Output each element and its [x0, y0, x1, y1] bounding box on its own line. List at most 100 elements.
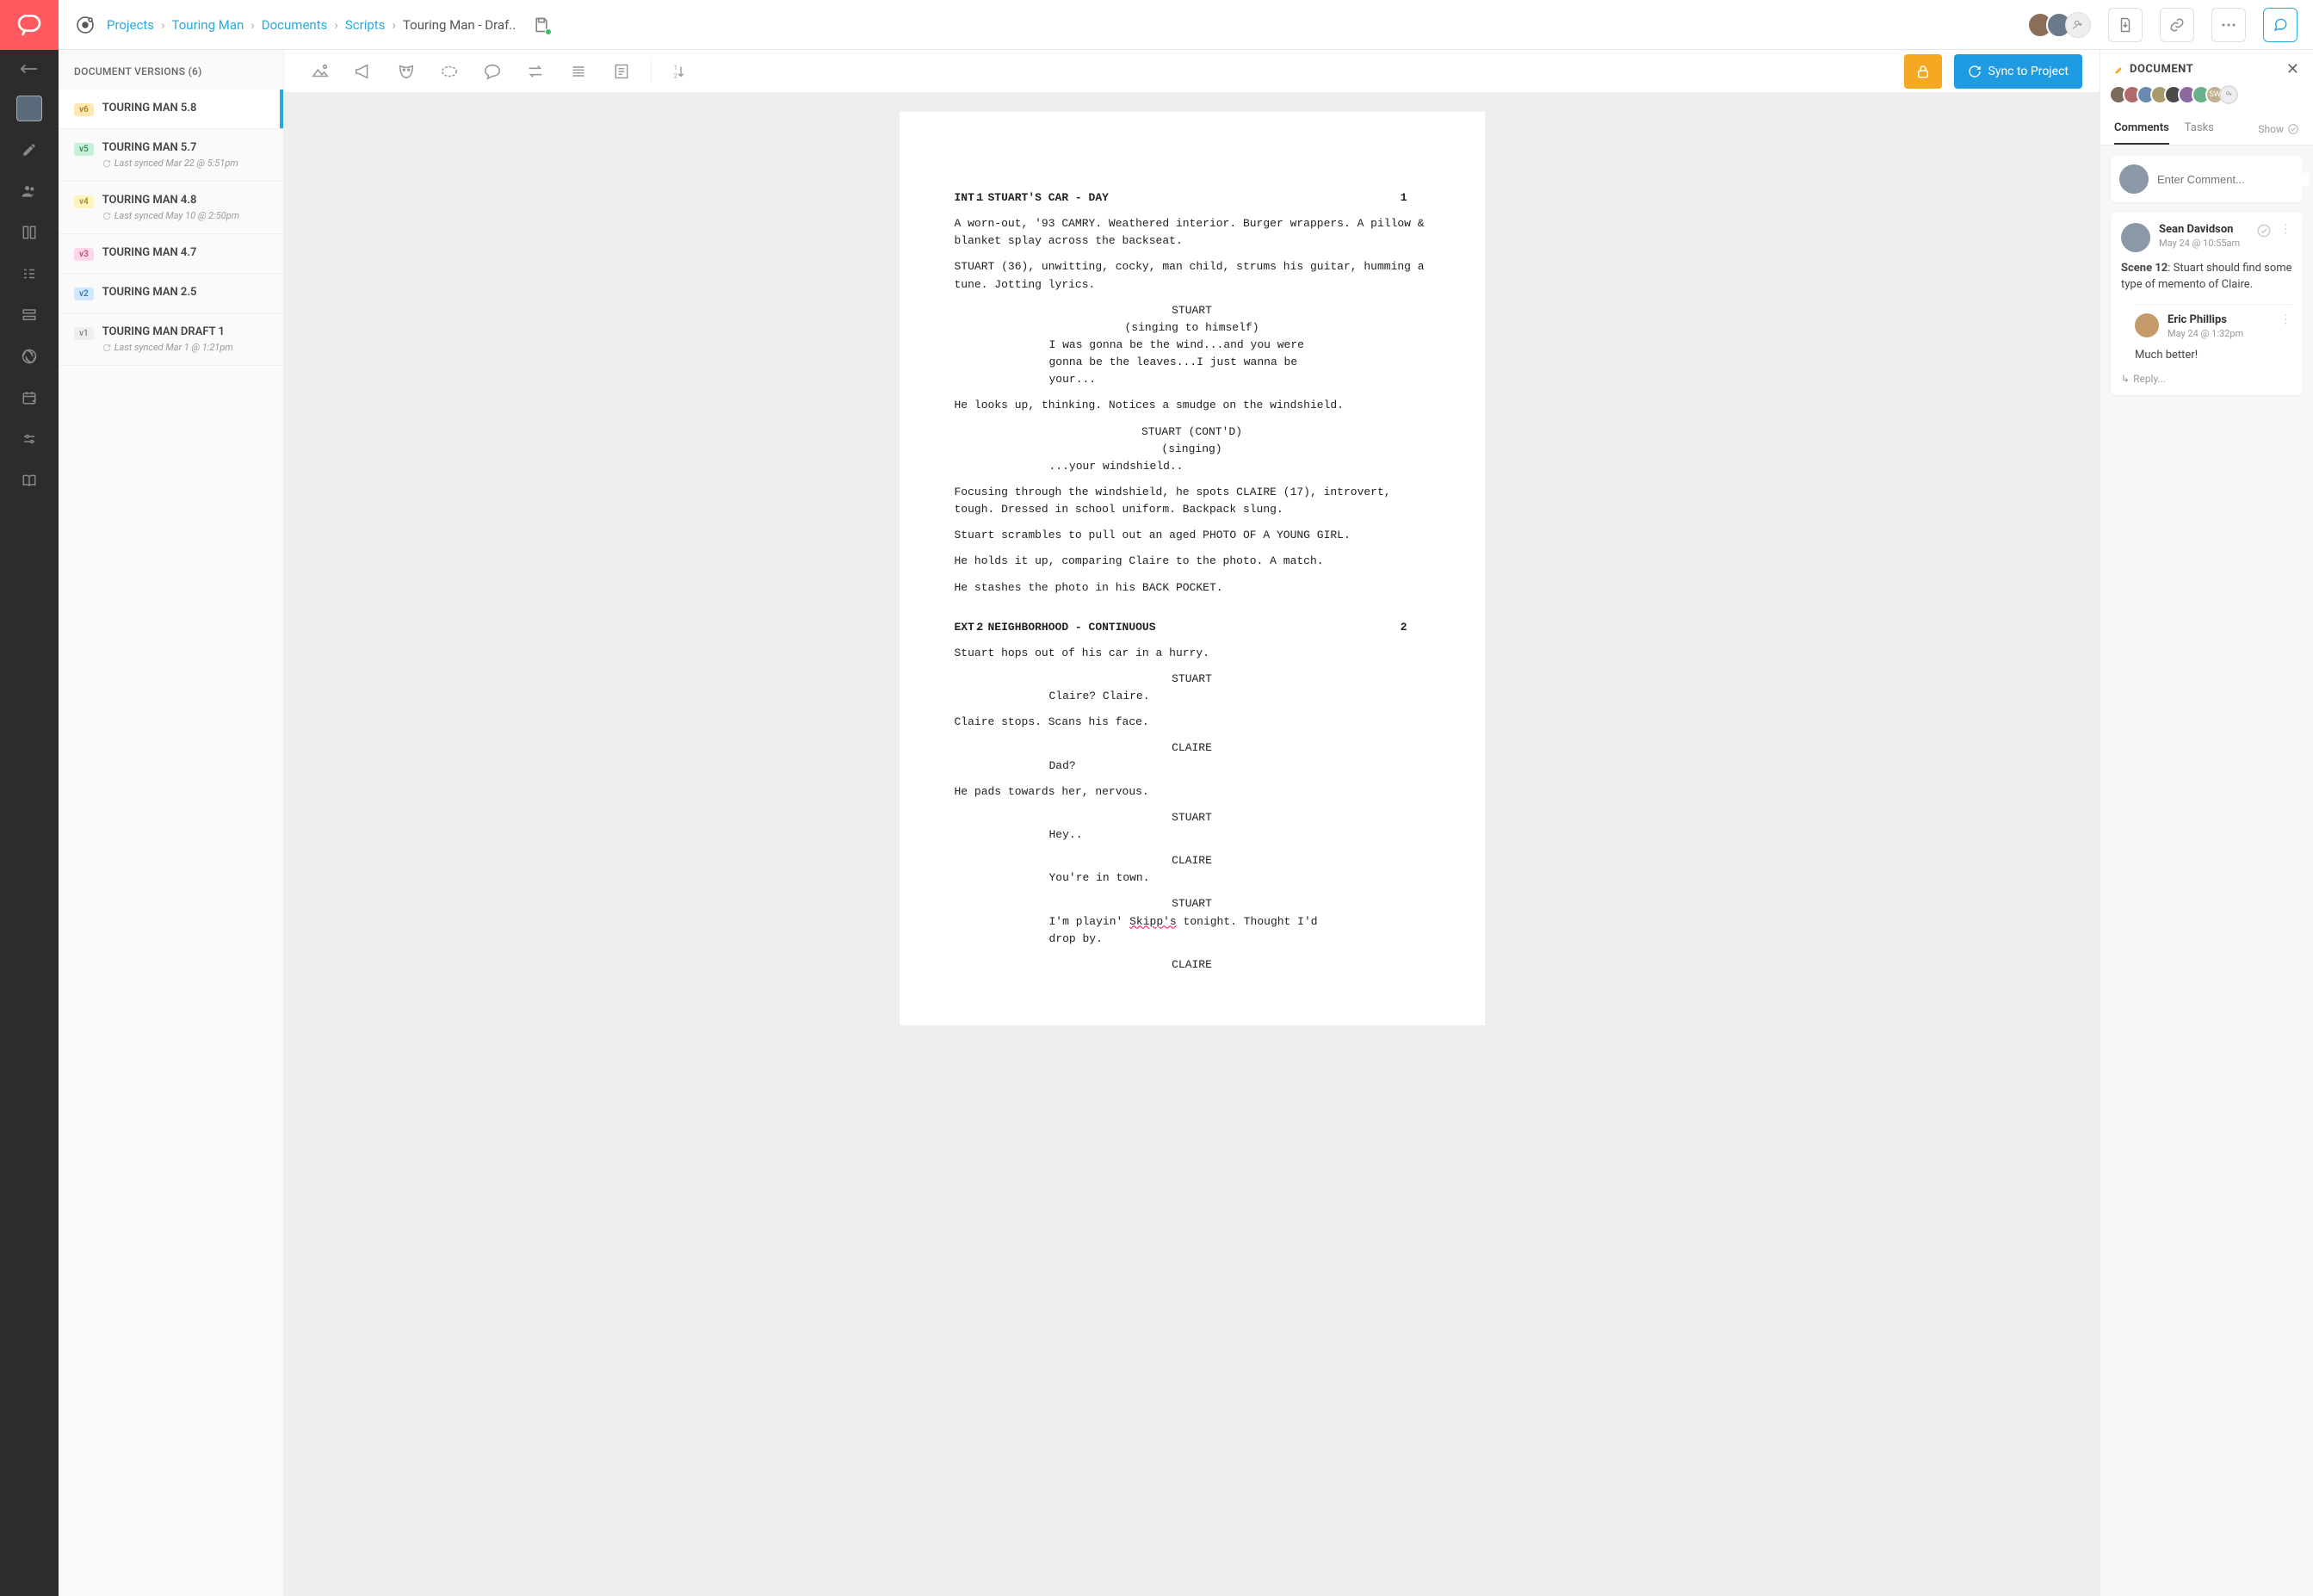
action-text[interactable]: Focusing through the windshield, he spot…: [955, 484, 1430, 518]
ellipse-icon[interactable]: [430, 54, 468, 89]
tab-tasks[interactable]: Tasks: [2185, 113, 2214, 145]
version-title: TOURING MAN 4.8: [102, 194, 239, 207]
action-text[interactable]: Stuart scrambles to pull out an aged PHO…: [955, 527, 1430, 544]
character-name[interactable]: STUART: [955, 302, 1430, 319]
save-icon[interactable]: [533, 16, 550, 34]
action-text[interactable]: He stashes the photo in his BACK POCKET.: [955, 579, 1430, 597]
character-name[interactable]: CLAIRE: [955, 852, 1430, 869]
version-item[interactable]: v2TOURING MAN 2.5: [59, 274, 283, 313]
rail-pages-icon[interactable]: [0, 212, 59, 253]
transition-icon[interactable]: [516, 54, 554, 89]
avatar-add[interactable]: [2065, 12, 2091, 38]
character-name[interactable]: STUART (CONT'D): [955, 424, 1430, 441]
rail-calendar-icon[interactable]: [0, 377, 59, 418]
project-icon[interactable]: [74, 14, 96, 36]
scene-number-right: 2: [1401, 619, 1407, 636]
lock-button[interactable]: [1904, 54, 1942, 89]
rail-rows-icon[interactable]: [0, 294, 59, 336]
breadcrumb-documents[interactable]: Documents: [262, 17, 328, 33]
character-name[interactable]: CLAIRE: [955, 739, 1430, 757]
version-badge: v6: [74, 103, 94, 116]
breadcrumb-scripts[interactable]: Scripts: [345, 17, 386, 33]
character-name[interactable]: CLAIRE: [955, 956, 1430, 974]
version-item[interactable]: v5TOURING MAN 5.7Last synced Mar 22 @ 5:…: [59, 129, 283, 182]
breadcrumb-project[interactable]: Touring Man: [172, 17, 244, 33]
version-sync-status: Last synced May 10 @ 2:50pm: [102, 210, 239, 221]
version-title: TOURING MAN 2.5: [102, 286, 197, 299]
avatar: [2119, 164, 2149, 194]
close-icon[interactable]: ✕: [2286, 60, 2299, 78]
note-icon[interactable]: [603, 54, 640, 89]
rail-people-icon[interactable]: [0, 170, 59, 212]
parenthetical[interactable]: (singing to himself): [955, 319, 1430, 337]
sync-to-project-button[interactable]: Sync to Project: [1954, 54, 2082, 89]
scene-heading[interactable]: INT. STUART'S CAR - DAY: [955, 189, 1430, 207]
more-button[interactable]: [2211, 8, 2246, 42]
action-text[interactable]: He holds it up, comparing Claire to the …: [955, 553, 1430, 570]
mask-icon[interactable]: [387, 54, 425, 89]
back-arrow-icon[interactable]: [0, 50, 59, 88]
action-text[interactable]: STUART (36), unwitting, cocky, man child…: [955, 258, 1430, 293]
main-column: Projects › Touring Man › Documents › Scr…: [59, 0, 2313, 1596]
script-page: 1 1 INT. STUART'S CAR - DAY A worn-out, …: [900, 112, 1485, 1025]
rail-sliders-icon[interactable]: [0, 418, 59, 460]
more-icon[interactable]: ⋯: [2279, 223, 2292, 238]
dialogue[interactable]: Hey..: [1049, 826, 1335, 844]
export-button[interactable]: [2108, 8, 2143, 42]
character-name[interactable]: STUART: [955, 809, 1430, 826]
chevron-right-icon: ›: [392, 17, 396, 33]
reply-time: May 24 @ 1:32pm: [2168, 328, 2270, 339]
character-name[interactable]: STUART: [955, 895, 1430, 912]
action-text[interactable]: A worn-out, '93 CAMRY. Weathered interio…: [955, 215, 1430, 250]
svg-text:2: 2: [674, 71, 677, 79]
reply-link[interactable]: ↳Reply...: [2121, 373, 2292, 385]
script-viewport[interactable]: 1 1 INT. STUART'S CAR - DAY A worn-out, …: [284, 93, 2100, 1596]
scene-heading[interactable]: EXT. NEIGHBORHOOD - CONTINUOUS: [955, 619, 1430, 636]
dialogue[interactable]: You're in town.: [1049, 869, 1335, 887]
action-text[interactable]: He pads towards her, nervous.: [955, 783, 1430, 801]
dialogue[interactable]: I was gonna be the wind...and you were g…: [1049, 337, 1335, 388]
character-name[interactable]: STUART: [955, 671, 1430, 688]
editor-toolbar: 12 Sync to Project: [284, 50, 2100, 93]
more-icon[interactable]: ⋯: [2279, 313, 2292, 325]
link-button[interactable]: [2160, 8, 2194, 42]
parenthetical[interactable]: (singing): [955, 441, 1430, 458]
version-item[interactable]: v4TOURING MAN 4.8Last synced May 10 @ 2:…: [59, 182, 283, 234]
dialogue[interactable]: Claire? Claire.: [1049, 688, 1335, 705]
version-title: TOURING MAN 5.7: [102, 141, 238, 154]
comment-reply: Eric Phillips May 24 @ 1:32pm ⋯ Much bet…: [2135, 304, 2292, 364]
speech-bubble-icon[interactable]: [473, 54, 511, 89]
line-numbers-icon[interactable]: 12: [662, 54, 700, 89]
dialogue[interactable]: ...your windshield..: [1049, 458, 1335, 475]
version-item[interactable]: v6TOURING MAN 5.8: [59, 90, 283, 129]
svg-text:1: 1: [674, 64, 677, 71]
megaphone-icon[interactable]: [344, 54, 382, 89]
comment-input-box[interactable]: [2111, 156, 2303, 202]
justify-icon[interactable]: [560, 54, 597, 89]
breadcrumb-projects[interactable]: Projects: [107, 17, 154, 33]
resolve-icon[interactable]: [2256, 223, 2272, 238]
image-icon[interactable]: [301, 54, 339, 89]
version-item[interactable]: v1TOURING MAN DRAFT 1Last synced Mar 1 @…: [59, 313, 283, 366]
app-logo[interactable]: [0, 0, 59, 50]
version-item[interactable]: v3TOURING MAN 4.7: [59, 234, 283, 274]
rail-book-icon[interactable]: [0, 460, 59, 501]
rail-project-thumb[interactable]: [0, 88, 59, 129]
comment-input[interactable]: [2157, 173, 2309, 186]
comments-button[interactable]: [2263, 8, 2298, 42]
dialogue[interactable]: I'm playin' Skipp's tonight. Thought I'd…: [1049, 913, 1335, 948]
rail-aperture-icon[interactable]: [0, 336, 59, 377]
dialogue[interactable]: Dad?: [1049, 758, 1335, 775]
avatar: [2121, 223, 2150, 252]
tab-comments[interactable]: Comments: [2114, 113, 2169, 145]
rail-list-icon[interactable]: [0, 253, 59, 294]
collaborator-avatars[interactable]: SW: [2100, 85, 2313, 113]
topbar-avatars[interactable]: [2027, 12, 2091, 38]
show-filter[interactable]: Show: [2258, 123, 2299, 135]
action-text[interactable]: Stuart hops out of his car in a hurry.: [955, 645, 1430, 662]
scene-number-left: 1: [977, 189, 984, 207]
topbar: Projects › Touring Man › Documents › Scr…: [59, 0, 2313, 50]
action-text[interactable]: Claire stops. Scans his face.: [955, 714, 1430, 731]
action-text[interactable]: He looks up, thinking. Notices a smudge …: [955, 397, 1430, 414]
rail-edit-icon[interactable]: [0, 129, 59, 170]
